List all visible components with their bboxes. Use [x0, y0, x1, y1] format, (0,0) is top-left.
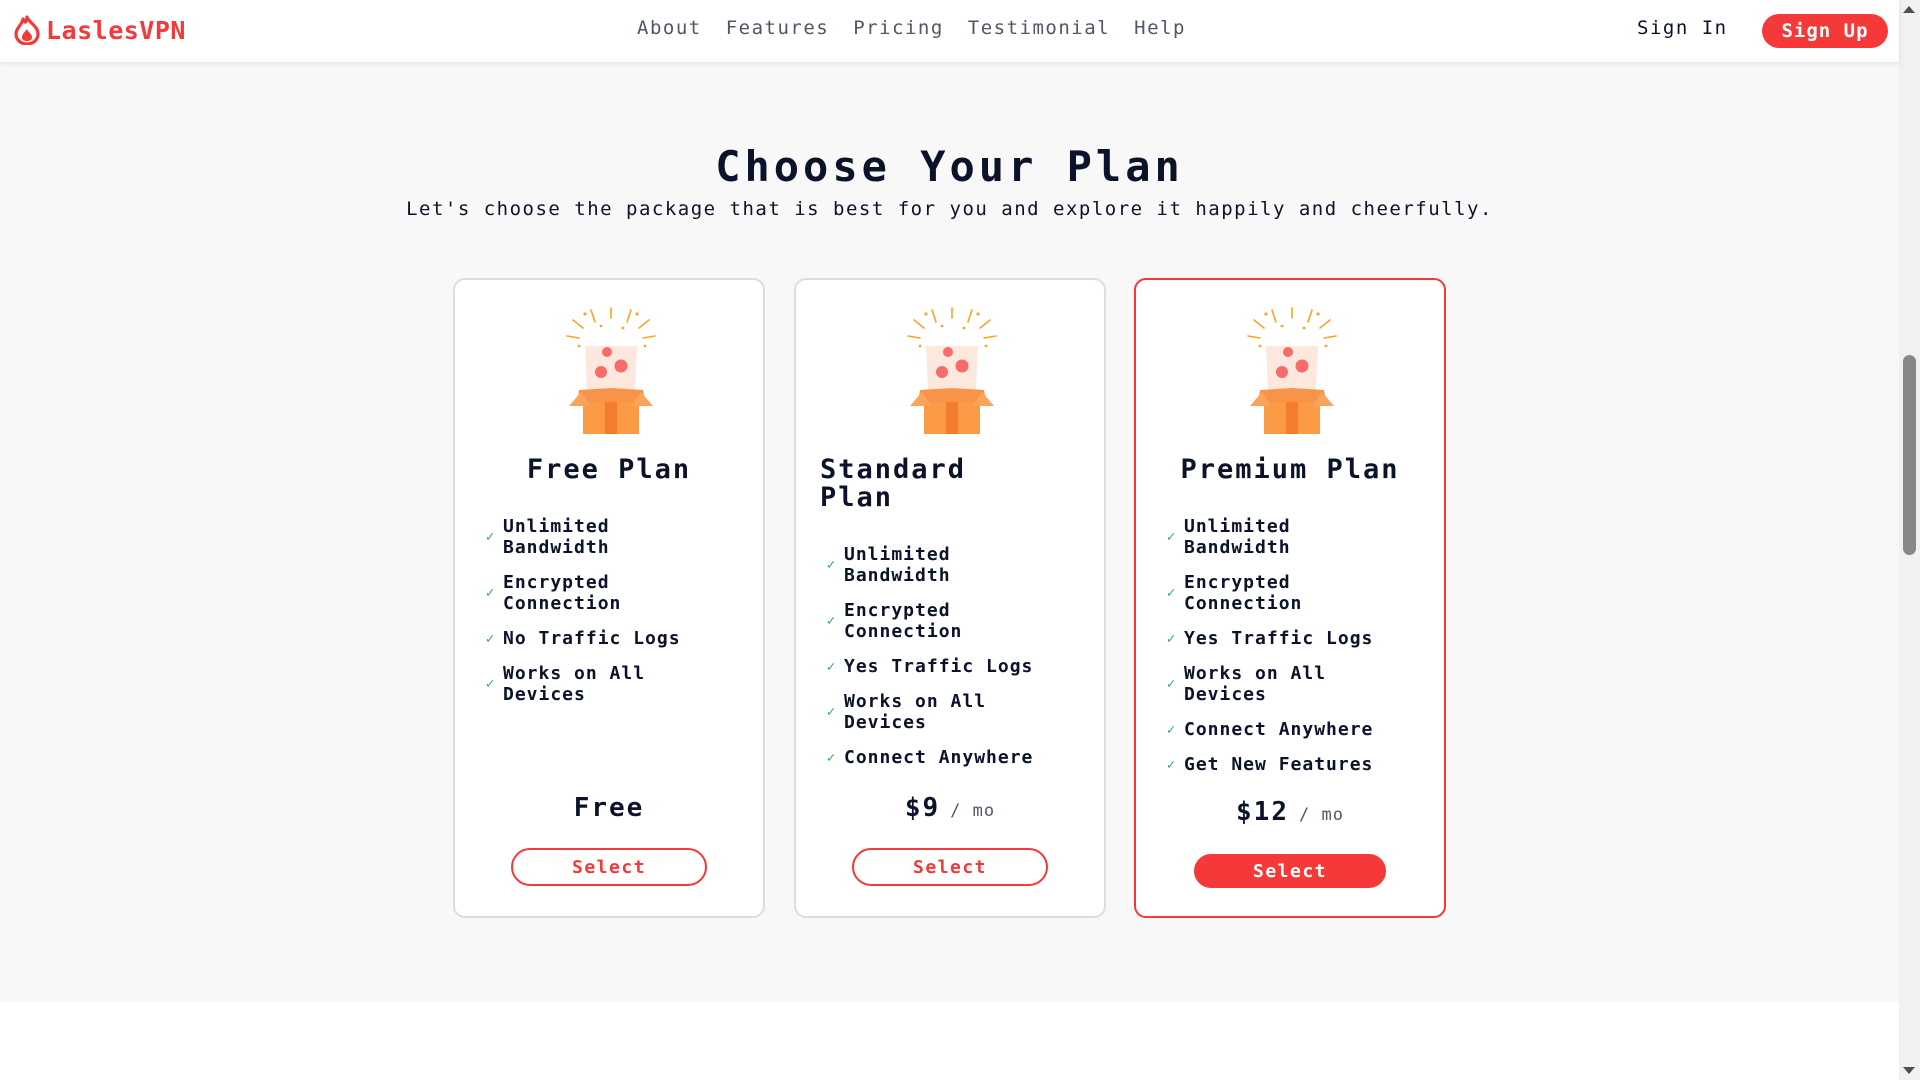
plan-price: Free	[455, 793, 763, 823]
feature-item: ✓ Unlimited Bandwidth	[1164, 516, 1404, 558]
feature-label: Connect Anywhere	[844, 747, 1034, 768]
price-amount: $12	[1236, 797, 1289, 827]
feature-label: No Traffic Logs	[503, 628, 681, 649]
price-amount: $9	[904, 793, 941, 823]
check-icon: ✓	[1166, 630, 1176, 647]
plan-card-standard: Standard Plan ✓ Unlimited Bandwidth ✓ Encr…	[794, 278, 1106, 918]
feature-label: Unlimited Bandwidth	[844, 544, 951, 586]
nav-link-pricing[interactable]: Pricing	[853, 17, 944, 39]
scroll-up-arrow-icon[interactable]	[1903, 6, 1915, 13]
brand-logo[interactable]: LaslesVPN	[14, 14, 186, 46]
nav-link-about[interactable]: About	[637, 17, 702, 39]
plan-card-premium: Premium Plan ✓ Unlimited Bandwidth ✓ Encry…	[1134, 278, 1446, 918]
feature-label: Works on All Devices	[844, 691, 987, 733]
top-navbar: LaslesVPN About Features Pricing Testimo…	[0, 0, 1899, 62]
check-icon: ✓	[826, 658, 836, 675]
section-subtitle: Let's choose the package that is best fo…	[406, 198, 1493, 220]
check-icon: ✓	[1166, 756, 1176, 773]
feature-item: ✓ Works on All Devices	[824, 691, 1064, 733]
brand-name: LaslesVPN	[46, 15, 186, 45]
check-icon: ✓	[1166, 585, 1176, 601]
plan-title: Standard Plan	[820, 454, 967, 513]
sign-in-link[interactable]: Sign In	[1637, 17, 1728, 39]
price-period: / mo	[950, 801, 996, 821]
feature-item: ✓ Yes Traffic Logs	[824, 656, 1064, 677]
feature-item: ✓ No Traffic Logs	[483, 628, 723, 649]
check-icon: ✓	[485, 630, 495, 647]
pricing-section: Choose Your Plan Let's choose the packag…	[0, 62, 1899, 1002]
feature-label: Encrypted Connection	[1184, 572, 1303, 614]
plan-title: Premium Plan	[1180, 454, 1400, 485]
feature-label: Unlimited Bandwidth	[503, 516, 610, 558]
feature-item: ✓ Unlimited Bandwidth	[483, 516, 723, 558]
check-icon: ✓	[826, 749, 836, 766]
feature-item: ✓ Encrypted Connection	[824, 600, 1064, 642]
feature-item: ✓ Unlimited Bandwidth	[824, 544, 1064, 586]
check-icon: ✓	[1166, 676, 1176, 692]
main-nav: About Features Pricing Testimonial Help	[637, 17, 1186, 39]
price-amount: Free	[573, 793, 645, 823]
flame-logo-icon	[14, 15, 40, 45]
feature-label: Encrypted Connection	[844, 600, 963, 642]
plan-price: $12 / mo	[1136, 797, 1444, 827]
feature-list: ✓ Unlimited Bandwidth ✓ Encrypted Connecti…	[824, 544, 1064, 782]
check-icon: ✓	[1166, 721, 1176, 738]
feature-label: Connect Anywhere	[1184, 719, 1374, 740]
nav-link-features[interactable]: Features	[726, 17, 830, 39]
check-icon: ✓	[826, 613, 836, 629]
feature-list: ✓ Unlimited Bandwidth ✓ Encrypted Connecti…	[1164, 516, 1404, 789]
check-icon: ✓	[826, 704, 836, 720]
feature-item: ✓ Connect Anywhere	[824, 747, 1064, 768]
check-icon: ✓	[826, 557, 836, 573]
feature-label: Get New Features	[1184, 754, 1374, 775]
feature-label: Yes Traffic Logs	[844, 656, 1034, 677]
feature-label: Works on All Devices	[1184, 663, 1327, 705]
gift-box-icon	[907, 307, 997, 434]
feature-label: Unlimited Bandwidth	[1184, 516, 1291, 558]
feature-item: ✓ Works on All Devices	[1164, 663, 1404, 705]
feature-label: Yes Traffic Logs	[1184, 628, 1374, 649]
feature-item: ✓ Connect Anywhere	[1164, 719, 1404, 740]
feature-item: ✓ Encrypted Connection	[483, 572, 723, 614]
section-title: Choose Your Plan	[715, 142, 1184, 191]
feature-item: ✓ Works on All Devices	[483, 663, 723, 705]
feature-item: ✓ Encrypted Connection	[1164, 572, 1404, 614]
price-period: / mo	[1299, 805, 1344, 825]
plan-price: $9 / mo	[796, 793, 1104, 823]
scroll-down-arrow-icon[interactable]	[1903, 1067, 1915, 1074]
gift-box-icon	[566, 307, 656, 434]
feature-label: Encrypted Connection	[503, 572, 622, 614]
nav-link-testimonial[interactable]: Testimonial	[968, 17, 1110, 39]
select-standard-plan-button[interactable]: Select	[852, 848, 1048, 886]
sign-up-button[interactable]: Sign Up	[1762, 14, 1888, 48]
check-icon: ✓	[485, 585, 495, 601]
check-icon: ✓	[1166, 529, 1176, 545]
check-icon: ✓	[485, 529, 495, 545]
nav-link-help[interactable]: Help	[1134, 17, 1186, 39]
check-icon: ✓	[485, 676, 495, 692]
feature-item: ✓ Yes Traffic Logs	[1164, 628, 1404, 649]
page-scrollbar[interactable]	[1899, 0, 1920, 1080]
feature-list: ✓ Unlimited Bandwidth ✓ Encrypted Connecti…	[483, 516, 723, 719]
feature-label: Works on All Devices	[503, 663, 646, 705]
select-free-plan-button[interactable]: Select	[511, 848, 707, 886]
feature-item: ✓ Get New Features	[1164, 754, 1404, 775]
plan-title: Free Plan	[526, 454, 692, 485]
plan-card-free: Free Plan ✓ Unlimited Bandwidth ✓ Encrypte…	[453, 278, 765, 918]
gift-box-icon	[1247, 307, 1337, 434]
select-premium-plan-button[interactable]: Select	[1194, 854, 1386, 888]
scroll-thumb[interactable]	[1903, 355, 1916, 555]
